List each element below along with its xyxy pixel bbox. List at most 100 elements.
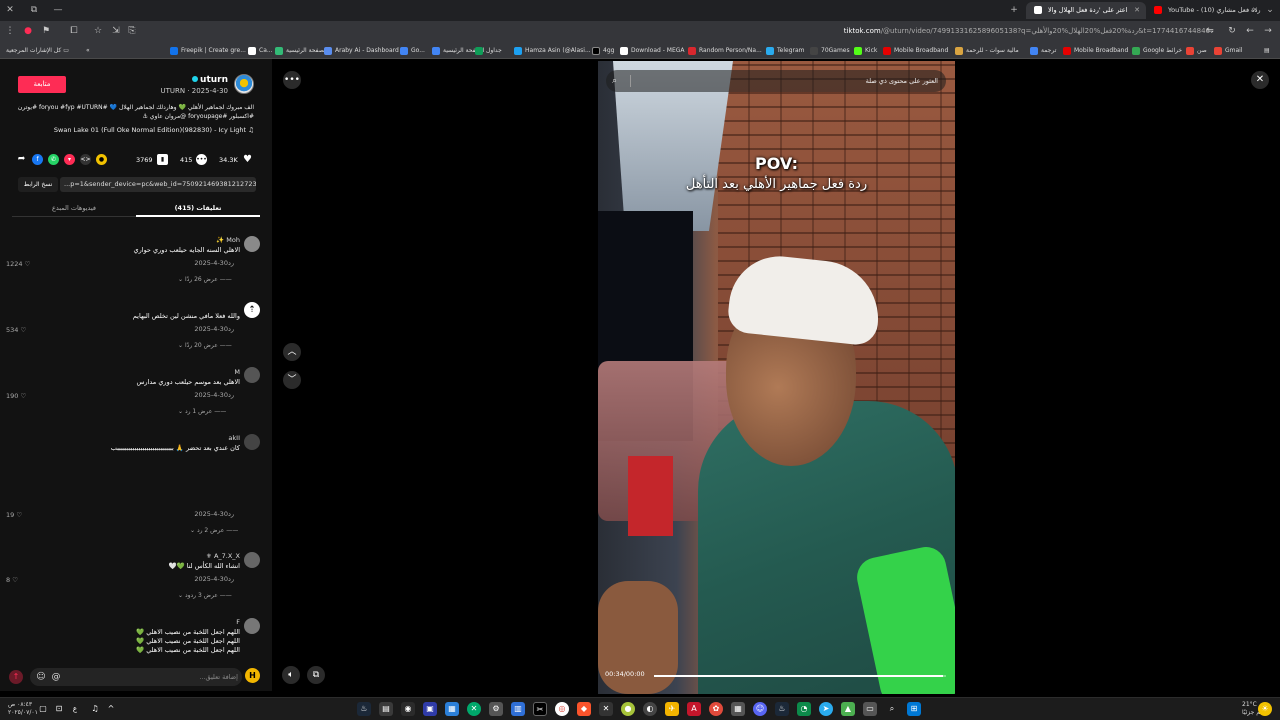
copy-link-button[interactable]: نسخ الرابط [18, 177, 58, 192]
commenter-avatar[interactable]: ⇡ [244, 302, 260, 318]
app-icon[interactable]: ● [621, 702, 635, 716]
app-icon[interactable]: A [687, 702, 701, 716]
telegram-icon[interactable]: ➤ [819, 702, 833, 716]
extension-icon[interactable]: ⚑ [40, 25, 52, 37]
whatsapp-icon[interactable]: ✆ [48, 154, 59, 165]
x-icon[interactable]: ✕ [599, 702, 613, 716]
bookmark-item[interactable]: Kick [854, 45, 877, 56]
next-video-icon[interactable]: ﹀ [283, 371, 301, 389]
reply-link[interactable]: رد [228, 510, 234, 518]
volume-icon[interactable]: 🔈︎ [282, 666, 300, 684]
send-arrow-icon[interactable]: ↑ [9, 670, 23, 684]
translate-icon[interactable]: ⎘ [126, 25, 138, 37]
windows-start-icon[interactable]: ⊞ [907, 702, 921, 716]
commenter-avatar[interactable] [244, 236, 260, 252]
reply-link[interactable]: رد [228, 259, 234, 267]
bookmark-item[interactable]: Go... [400, 45, 425, 56]
app-icon[interactable]: ◐ [643, 702, 657, 716]
tab-search-icon[interactable]: ⌄ [1264, 4, 1276, 16]
follow-button[interactable]: متابعة [18, 76, 66, 93]
creator-avatar[interactable] [234, 74, 254, 94]
bookmark-item[interactable]: ترجمة [1030, 45, 1056, 56]
discord-icon[interactable]: ☺ [753, 702, 767, 716]
puzzle-icon[interactable]: ⧠ [68, 25, 80, 37]
app-icon[interactable]: ▣ [423, 702, 437, 716]
picture-in-picture-icon[interactable]: ⧉ [307, 666, 325, 684]
bookmark-item[interactable]: مالية سوات - للرحمة [955, 45, 1019, 56]
menu-icon[interactable]: ⋮ [4, 25, 16, 37]
view-replies-link[interactable]: —— عرض 20 ردًا ⌄ [178, 342, 232, 349]
bookmark-item[interactable]: 70Games [810, 45, 850, 56]
forward-icon[interactable]: ← [1244, 25, 1256, 37]
bookmark-star-icon[interactable]: ☆ [92, 25, 104, 37]
bookmark-item[interactable]: Ca... [248, 45, 273, 56]
settings-gear-icon[interactable]: ⚙ [489, 702, 503, 716]
comment-icon[interactable]: ••• [196, 154, 207, 165]
bookmark-item[interactable]: Araby Ai - Dashboard [324, 45, 399, 56]
video-progress-bar[interactable] [654, 675, 946, 677]
tab-tiktok[interactable]: اعثر على 'ردة فعل الهلال والا ✕ [1026, 2, 1146, 19]
bookmark-item[interactable]: جداول [475, 45, 502, 56]
weather-icon[interactable]: ☀ [1258, 702, 1272, 716]
reply-link[interactable]: رد [228, 325, 234, 333]
edge-icon[interactable]: ◔ [797, 702, 811, 716]
calculator-icon[interactable]: ▦ [731, 702, 745, 716]
profile-icon[interactable]: ● [22, 25, 34, 37]
github-icon[interactable]: ◉ [401, 702, 415, 716]
bookmark-item[interactable]: 4gg [592, 45, 614, 56]
bookmark-icon[interactable]: ▮ [157, 154, 168, 165]
commenter-name[interactable]: akII [228, 434, 240, 442]
app-icon[interactable]: ✿ [709, 702, 723, 716]
share-arrow-icon[interactable]: ➦ [16, 154, 27, 165]
bookmark-folder-icon[interactable]: ▤ [1264, 45, 1270, 56]
bookmark-item[interactable]: Telegram [766, 45, 805, 56]
notification-icon[interactable]: ▢ [36, 702, 50, 716]
music-link[interactable]: Swan Lake 01 (Full Oke Normal Edition)(9… [54, 126, 254, 134]
comment-input[interactable]: ☺ @ إضافة تعليق... [30, 668, 242, 686]
xbox-icon[interactable]: ✕ [467, 702, 481, 716]
bookmark-item[interactable]: Download - MEGA [620, 45, 685, 56]
comment-likes[interactable]: 19 ♡ [6, 511, 22, 519]
address-bar[interactable]: tiktok.com/@uturn/video/7499133162589605… [140, 23, 1220, 39]
bookmark-item[interactable]: Google خرائط [1132, 45, 1182, 56]
reply-link[interactable]: رد [228, 391, 234, 399]
language-indicator[interactable]: ع [68, 702, 82, 716]
close-tab-icon[interactable]: ✕ [1252, 2, 1258, 19]
share-page-icon[interactable]: ⇲ [110, 25, 122, 37]
reload-icon[interactable]: ↻ [1226, 25, 1238, 37]
bookmark-item[interactable]: الصفحة الرئيسية [275, 45, 327, 56]
embed-icon[interactable]: <> [80, 154, 91, 165]
bookmark-item[interactable]: Random Person/Na... [688, 45, 762, 56]
tab-comments[interactable]: تعليقات (415) [136, 201, 260, 217]
commenter-name[interactable]: Moh ✨ [216, 236, 240, 244]
steam-icon[interactable]: ♨ [357, 702, 371, 716]
brave-icon[interactable]: ◆ [577, 702, 591, 716]
network-icon[interactable]: ⊡ [52, 702, 66, 716]
tab-creator-videos[interactable]: فيديوهات المبدع [12, 201, 136, 217]
tune-icon[interactable]: ⇋ [1204, 25, 1216, 37]
view-replies-link[interactable]: —— عرض 2 رد ⌄ [190, 527, 238, 534]
bookmark-item[interactable]: Hamza Asin (@Alasi... [514, 45, 591, 56]
notepad-icon[interactable]: ▤ [379, 702, 393, 716]
more-options-icon[interactable]: ••• [283, 71, 301, 89]
comment-likes[interactable]: 534 ♡ [6, 326, 26, 334]
close-window-icon[interactable]: ✕ [4, 4, 16, 16]
bookmark-item[interactable]: Freepik | Create gre... [170, 45, 246, 56]
app-icon[interactable]: ▭ [863, 702, 877, 716]
close-icon[interactable]: ✕ [1251, 71, 1269, 89]
new-tab-icon[interactable]: + [1008, 4, 1020, 16]
view-replies-link[interactable]: —— عرض 3 ردود ⌄ [178, 592, 232, 599]
steam-icon[interactable]: ♨ [775, 702, 789, 716]
bookmark-item[interactable]: صن [1186, 45, 1207, 56]
commenter-name[interactable]: A_7.X_X ⚜ [206, 552, 240, 560]
capcut-icon[interactable]: ✂ [533, 702, 547, 716]
bookmark-item[interactable]: Mobile Broadband [883, 45, 948, 56]
app-icon[interactable]: ✈ [665, 702, 679, 716]
creator-username[interactable]: uturn [192, 75, 228, 85]
close-tab-icon[interactable]: ✕ [1134, 2, 1140, 19]
restore-window-icon[interactable]: ⧉ [28, 4, 40, 16]
commenter-avatar[interactable] [244, 434, 260, 450]
all-bookmarks[interactable]: كل الإشارات المرجعية ▭ [6, 45, 69, 56]
bookmark-item[interactable]: Gmail [1214, 45, 1243, 56]
view-replies-link[interactable]: —— عرض 26 ردًا ⌄ [178, 276, 232, 283]
